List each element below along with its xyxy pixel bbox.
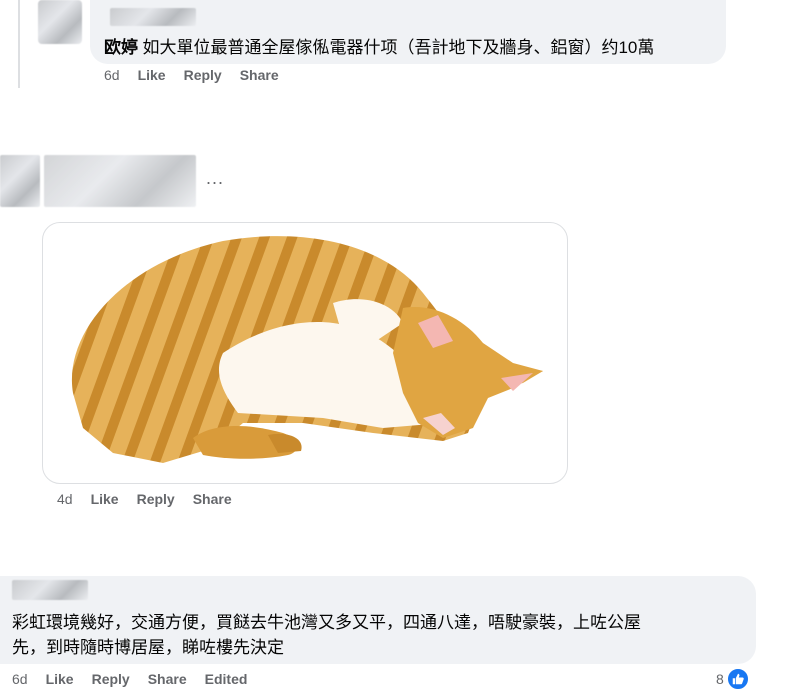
thread-line — [18, 0, 20, 88]
like-button[interactable]: Like — [138, 67, 166, 83]
blurred-name — [44, 155, 196, 207]
avatar[interactable] — [38, 0, 82, 44]
reply-button[interactable]: Reply — [137, 491, 175, 507]
more-options-button[interactable]: ... — [206, 168, 224, 189]
like-button[interactable]: Like — [91, 491, 119, 507]
comment-text-line-2: 先，到時隨時博居屋，睇咗樓先決定 — [12, 638, 284, 657]
like-button[interactable]: Like — [46, 671, 74, 687]
comment-text: 如大單位最普通全屋傢俬電器什项（吾計地下及牆身、鋁窗）约10萬 — [142, 38, 655, 57]
timestamp[interactable]: 6d — [12, 671, 28, 687]
share-button[interactable]: Share — [148, 671, 187, 687]
reply-button[interactable]: Reply — [92, 671, 130, 687]
comment-text-line-1: 彩虹環境幾好，交通方便，買餸去牛池灣又多又平，四通八達，唔駛豪裝，上咗公屋 — [12, 613, 641, 632]
reply-button[interactable]: Reply — [184, 67, 222, 83]
comment-actions: 6d Like Reply Share Edited — [12, 671, 247, 687]
reaction-count: 8 — [716, 671, 724, 687]
blurred-name — [12, 580, 88, 600]
cat-sticker — [71, 236, 543, 463]
comment-bubble: 欧婷 如大單位最普通全屋傢俬電器什项（吾計地下及牆身、鋁窗）约10萬 — [90, 0, 726, 64]
reaction-summary[interactable]: 8 — [716, 667, 750, 691]
timestamp[interactable]: 6d — [104, 67, 120, 83]
comment-author[interactable]: 欧婷 — [104, 38, 138, 57]
timestamp[interactable]: 4d — [57, 491, 73, 507]
share-button[interactable]: Share — [193, 491, 232, 507]
share-button[interactable]: Share — [240, 67, 279, 83]
comment-bubble: 彩虹環境幾好，交通方便，買餸去牛池灣又多又平，四通八達，唔駛豪裝，上咗公屋 先，… — [0, 576, 756, 664]
blurred-name — [110, 8, 196, 26]
edited-label: Edited — [204, 671, 248, 687]
like-icon — [725, 667, 750, 691]
comment-actions: 6d Like Reply Share — [104, 67, 279, 83]
comment-actions: 4d Like Reply Share — [57, 491, 232, 507]
sticker-attachment[interactable] — [42, 222, 568, 484]
avatar[interactable] — [0, 155, 40, 207]
